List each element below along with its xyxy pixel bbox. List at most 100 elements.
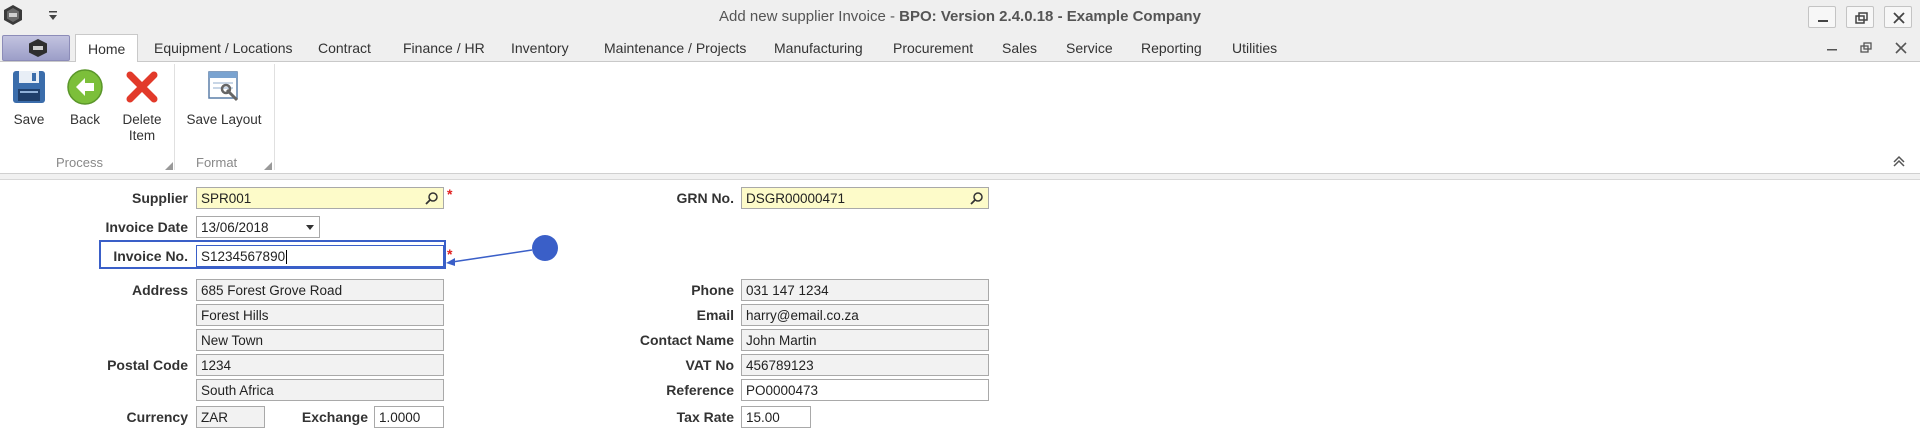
vat-no-value: 456789123 [746,358,814,373]
ribbon-group-format-label: Format [196,155,238,170]
vat-no-field[interactable]: 456789123 [741,354,989,376]
restore-button[interactable] [1846,6,1874,28]
date-dropdown-icon[interactable] [305,224,315,232]
currency-value: ZAR [201,410,228,425]
address-line3-field[interactable]: New Town [196,329,444,351]
postal-code-value: 1234 [201,358,232,373]
exchange-value: 1.0000 [379,410,421,425]
grn-no-label: GRN No. [676,190,734,206]
annotation-callout-icon [446,235,558,266]
tab-inventory[interactable]: Inventory [511,40,569,56]
address-label: Address [131,282,188,298]
tab-equipment-locations[interactable]: Equipment / Locations [154,40,293,56]
process-group-launcher-icon[interactable] [165,162,173,170]
exchange-rate-input[interactable]: 1.0000 [374,406,444,428]
email-field[interactable]: harry@email.co.za [741,304,989,326]
back-label: Back [69,112,100,127]
window-title-separator: - [885,8,900,25]
close-button[interactable] [1884,6,1912,28]
save-label: Save [13,112,45,127]
tab-contract[interactable]: Contract [318,40,371,56]
mdi-restore-icon[interactable] [1858,40,1874,56]
grn-no-lookup-input[interactable]: DSGR00000471 [741,187,989,209]
title-bar: Add new supplier Invoice - BPO: Version … [0,0,1920,34]
tab-procurement[interactable]: Procurement [893,40,973,56]
floppy-disk-icon [13,71,45,103]
phone-value: 031 147 1234 [746,283,829,298]
grn-no-value: DSGR00000471 [746,191,846,206]
address-line2-value: Forest Hills [201,308,269,323]
country-field[interactable]: South Africa [196,379,444,401]
tab-maintenance-projects[interactable]: Maintenance / Projects [604,40,746,56]
grn-search-icon[interactable] [970,191,984,205]
invoice-no-label: Invoice No. [113,248,188,264]
reference-label: Reference [666,382,734,398]
delete-x-icon [126,71,158,103]
invoice-no-input[interactable]: S1234567890 [196,245,444,267]
tax-rate-label: Tax Rate [676,409,734,425]
back-button[interactable]: Back [64,68,106,128]
text-caret [286,250,288,265]
ribbon-group-process-label: Process [56,155,103,170]
phone-field[interactable]: 031 147 1234 [741,279,989,301]
invoice-date-label: Invoice Date [105,219,188,235]
vat-no-label: VAT No [685,357,734,373]
delete-label-line1: Delete [122,112,162,127]
phone-label: Phone [691,282,734,298]
postal-code-field[interactable]: 1234 [196,354,444,376]
supplier-search-icon[interactable] [425,191,439,205]
invoice-no-value: S1234567890 [201,249,286,264]
ribbon-panel: Save Back Delete Item Process Save Layou… [0,62,1920,174]
tax-rate-value: 15.00 [746,410,780,425]
reference-input[interactable]: PO0000473 [741,379,989,401]
mdi-close-icon[interactable] [1893,40,1909,56]
currency-label: Currency [126,409,188,425]
tab-service[interactable]: Service [1066,40,1113,56]
address-line1-value: 685 Forest Grove Road [201,283,343,298]
tab-finance-hr[interactable]: Finance / HR [403,40,485,56]
currency-field[interactable]: ZAR [196,406,265,428]
address-line1-field[interactable]: 685 Forest Grove Road [196,279,444,301]
address-line2-field[interactable]: Forest Hills [196,304,444,326]
minimize-icon [1818,20,1828,22]
supplier-invoice-form: Supplier SPR001 * Invoice Date 13/06/201… [0,181,1920,438]
reference-value: PO0000473 [746,383,819,398]
country-value: South Africa [201,383,274,398]
postal-code-label: Postal Code [107,357,188,373]
back-arrow-icon [67,69,103,105]
window-title-app: BPO: Version 2.4.0.18 - Example Company [899,8,1201,25]
app-menu-logo-icon [29,39,47,57]
close-icon [1893,12,1905,24]
tab-reporting[interactable]: Reporting [1141,40,1202,56]
ribbon-group-separator [274,64,275,170]
tab-manufacturing[interactable]: Manufacturing [774,40,863,56]
tab-utilities[interactable]: Utilities [1232,40,1277,56]
tab-sales[interactable]: Sales [1002,40,1037,56]
supplier-value: SPR001 [201,191,252,206]
delete-label-line2: Item [128,128,156,143]
delete-item-button[interactable]: Delete Item [116,68,168,144]
application-menu-button[interactable] [2,35,70,61]
content-separator [0,174,1920,180]
window-title: Add new supplier Invoice - BPO: Version … [0,8,1920,25]
address-line3-value: New Town [201,333,264,348]
contact-name-field[interactable]: John Martin [741,329,989,351]
exchange-label: Exchange [301,409,368,425]
email-value: harry@email.co.za [746,308,859,323]
supplier-lookup-input[interactable]: SPR001 [196,187,444,209]
tab-home[interactable]: Home [75,34,139,63]
invoice-date-value: 13/06/2018 [201,220,269,235]
mdi-minimize-icon[interactable] [1824,40,1840,56]
tax-rate-input[interactable]: 15.00 [741,406,811,428]
invoice-date-picker[interactable]: 13/06/2018 [196,216,320,238]
save-layout-button[interactable]: Save Layout [182,68,266,128]
minimize-button[interactable] [1808,6,1836,28]
collapse-ribbon-icon[interactable] [1892,154,1906,168]
format-group-launcher-icon[interactable] [264,162,272,170]
ribbon-tab-row: Home Equipment / Locations Contract Fina… [0,34,1920,63]
ribbon-group-separator [174,64,175,170]
contact-name-value: John Martin [746,333,817,348]
save-button[interactable]: Save [8,68,50,128]
contact-name-label: Contact Name [639,332,734,348]
save-layout-label: Save Layout [186,112,262,127]
